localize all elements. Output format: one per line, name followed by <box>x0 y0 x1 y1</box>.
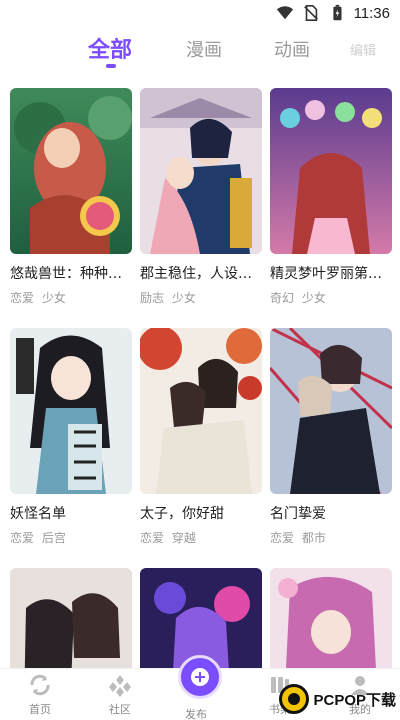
tab-comics[interactable]: 漫画 <box>186 36 222 62</box>
community-icon <box>109 675 131 697</box>
comic-cover-image[interactable] <box>140 88 262 254</box>
wifi-icon <box>276 6 293 20</box>
nav-publish-label: 发布 <box>185 708 207 720</box>
battery-icon <box>332 4 342 21</box>
nav-community[interactable]: 社区 <box>90 673 150 717</box>
no-sim-icon <box>303 4 318 22</box>
comic-tags: 奇幻 少女 <box>270 289 392 306</box>
comic-tag: 奇幻 <box>270 291 295 305</box>
comic-title: 郡主稳住，人设… <box>140 266 252 282</box>
tab-edit[interactable]: 编辑 <box>350 40 376 59</box>
plus-icon <box>191 668 209 686</box>
status-bar: 11:36 <box>0 0 400 28</box>
watermark-logo-icon <box>279 684 310 714</box>
comic-cover-image[interactable] <box>270 88 392 254</box>
comic-tag: 少女 <box>301 291 326 305</box>
comic-tag: 穿越 <box>171 531 196 545</box>
comic-card[interactable]: 悠哉兽世：种种… 恋爱 少女 <box>10 88 132 306</box>
comic-cover-image[interactable] <box>140 328 262 494</box>
category-tabs: 全部 漫画 动画 编辑 <box>0 32 400 72</box>
comic-tag: 恋爱 <box>10 291 35 305</box>
active-tab-indicator <box>106 64 116 68</box>
status-icons: 11:36 <box>276 4 390 22</box>
comic-tag: 都市 <box>301 531 326 545</box>
comic-tag: 少女 <box>41 291 66 305</box>
comic-tag: 后宫 <box>41 531 66 545</box>
watermark-text: PCPOP下载 <box>313 691 396 709</box>
comic-title: 妖怪名单 <box>10 506 66 522</box>
comic-cover-image[interactable] <box>10 328 132 494</box>
clock: 11:36 <box>353 4 390 22</box>
comic-tags: 恋爱 少女 <box>10 289 132 306</box>
publish-button[interactable] <box>178 655 222 699</box>
comic-tag: 恋爱 <box>270 531 295 545</box>
comic-tags: 恋爱 穿越 <box>140 529 262 546</box>
comic-cover-image[interactable] <box>270 328 392 494</box>
comic-title: 悠哉兽世：种种… <box>10 266 122 282</box>
comic-tag: 恋爱 <box>140 531 165 545</box>
nav-community-label: 社区 <box>109 703 131 716</box>
tab-all[interactable]: 全部 <box>88 32 132 64</box>
nav-home[interactable]: 首页 <box>10 673 70 717</box>
comic-tag: 恋爱 <box>10 531 35 545</box>
comic-tag: 励志 <box>140 291 165 305</box>
nav-home-label: 首页 <box>29 703 51 716</box>
comic-card[interactable]: 名门挚爱 恋爱 都市 <box>270 328 392 546</box>
comic-card[interactable]: 妖怪名单 恋爱 后宫 <box>10 328 132 546</box>
home-icon <box>30 674 50 696</box>
comic-tags: 励志 少女 <box>140 289 262 306</box>
comic-cover-image[interactable] <box>10 88 132 254</box>
tab-animation[interactable]: 动画 <box>274 36 310 62</box>
comic-title: 名门挚爱 <box>270 506 326 522</box>
comic-title: 太子，你好甜 <box>140 506 224 522</box>
comic-tag: 少女 <box>171 291 196 305</box>
comic-card[interactable]: 太子，你好甜 恋爱 穿越 <box>140 328 262 546</box>
comic-title: 精灵梦叶罗丽第… <box>270 266 382 282</box>
comic-tags: 恋爱 后宫 <box>10 529 132 546</box>
comic-card[interactable]: 精灵梦叶罗丽第… 奇幻 少女 <box>270 88 392 306</box>
watermark: PCPOP下载 <box>279 684 396 714</box>
comic-card[interactable]: 郡主稳住，人设… 励志 少女 <box>140 88 262 306</box>
comic-tags: 恋爱 都市 <box>270 529 392 546</box>
